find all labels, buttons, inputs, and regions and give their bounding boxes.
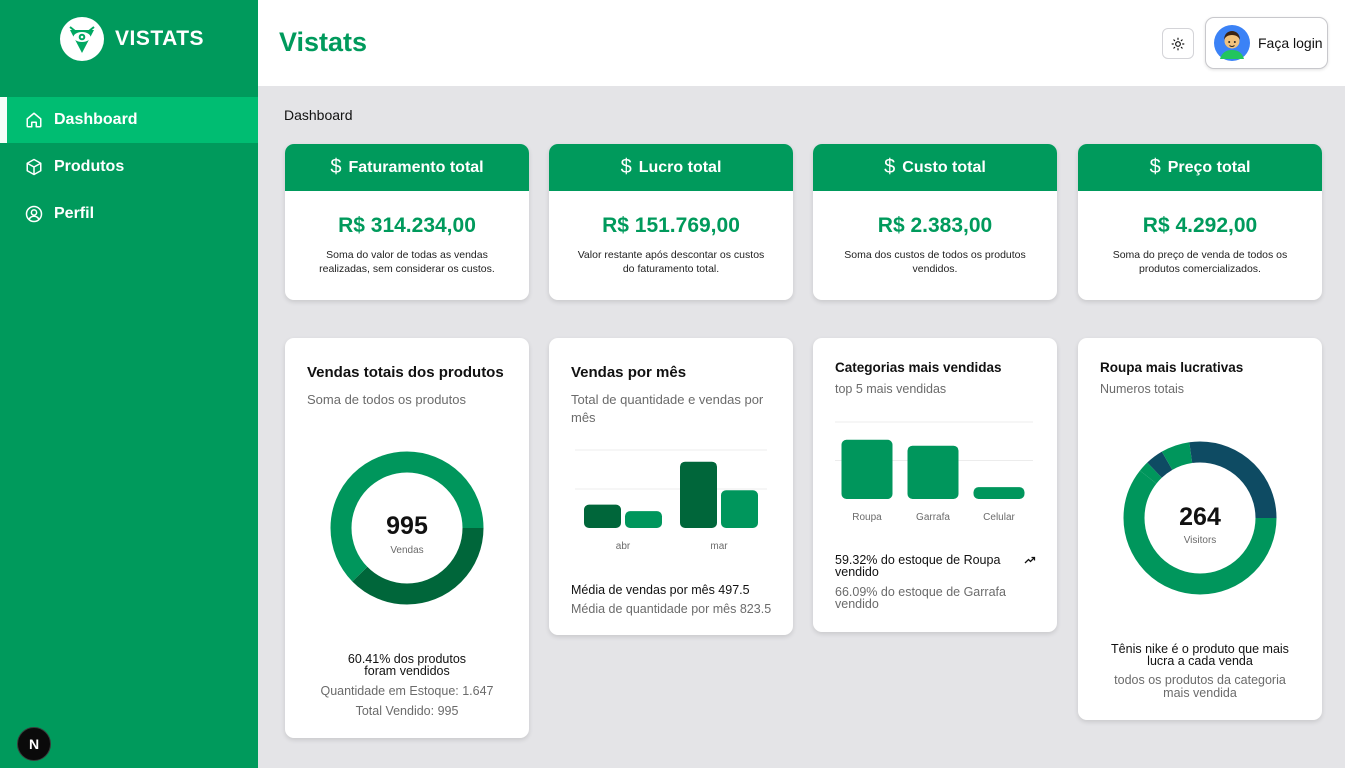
sidebar-item-produtos[interactable]: Produtos (0, 144, 258, 190)
kpi-title: Preço total (1167, 158, 1251, 176)
sidebar-item-perfil[interactable]: Perfil (0, 191, 258, 237)
sidebar: VISTATS Dashboard Produtos Perfil N (0, 0, 258, 768)
category-bar-chart: Roupa Garrafa Celular (835, 421, 1033, 523)
trending-up-icon (1024, 556, 1036, 564)
page-title: Vistats (279, 27, 368, 57)
card-vendas-mes: Vendas por mês Total de quantidade e ven… (549, 338, 793, 635)
kpi-value: R$ 2.383,00 (877, 214, 993, 237)
kpi-value: R$ 4.292,00 (1142, 214, 1258, 237)
nextjs-badge[interactable]: N (17, 727, 51, 761)
kpi-value: R$ 314.234,00 (338, 214, 476, 237)
total-sold: Total Vendido: 995 (355, 704, 459, 718)
x-tick-label: abr (616, 541, 631, 552)
home-icon (26, 112, 42, 128)
breadcrumb: Dashboard (284, 107, 353, 123)
card-vendas-totais: Vendas totais dos produtos Soma de todos… (285, 338, 529, 738)
bar-abr-0[interactable] (584, 504, 621, 528)
kpi-card-faturamento: $ Faturamento total R$ 314.234,00 Soma do… (285, 144, 529, 300)
card-footer-main: 60.41% dos produtos foram vendidos (347, 652, 467, 678)
dollar-icon: $ (1149, 156, 1161, 178)
bar-roupa[interactable] (841, 439, 893, 499)
x-tick-label: Roupa (852, 512, 882, 523)
sidebar-item-dashboard[interactable]: Dashboard (0, 97, 258, 143)
donut-center-value: 995 (386, 512, 428, 540)
card-subtitle: Total de quantidade e vendas por mês (571, 392, 764, 425)
card-roupa-lucrativas: Roupa mais lucrativas Numeros totais 264… (1078, 338, 1322, 720)
card-footer-sub: 66.09% do estoque de Garrafa vendido (835, 585, 1006, 611)
bar-mar-0[interactable] (680, 461, 717, 528)
kpi-title: Faturamento total (348, 158, 484, 176)
bar-celular[interactable] (973, 487, 1025, 499)
kpi-description: Valor restante após descontar os custos … (577, 249, 765, 275)
card-title: Roupa mais lucrativas (1100, 360, 1244, 375)
card-footer-sub: todos os produtos da categoria mais vend… (1114, 673, 1286, 700)
theme-toggle-button[interactable] (1162, 28, 1194, 59)
vistats-logo-icon (60, 17, 104, 61)
dollar-icon: $ (884, 156, 896, 178)
kpi-card-preco: $ Preço total R$ 4.292,00 Soma do preço d… (1078, 144, 1322, 300)
login-button[interactable]: Faça login (1205, 17, 1328, 69)
kpi-title: Lucro total (638, 158, 722, 176)
card-title: Vendas totais dos produtos (307, 364, 504, 381)
brand[interactable]: VISTATS (60, 17, 204, 61)
brand-name: VISTATS (115, 27, 205, 50)
login-label: Faça login (1258, 35, 1323, 51)
box-icon (26, 158, 42, 176)
donut-center-label: Vendas (390, 545, 423, 556)
bar-abr-1[interactable] (625, 511, 662, 528)
sidebar-item-label: Dashboard (54, 111, 138, 128)
monthly-sales-bar-chart: abr mar (575, 449, 767, 552)
card-subtitle: top 5 mais vendidas (835, 382, 947, 396)
sidebar-item-label: Perfil (54, 205, 95, 222)
card-footer-main: Tênis nike é o produto que mais lucra a … (1111, 642, 1289, 668)
card-title: Vendas por mês (571, 364, 687, 381)
x-tick-label: Celular (983, 512, 1015, 523)
x-tick-label: mar (710, 541, 728, 552)
sun-icon (1171, 37, 1185, 50)
kpi-description: Soma do preço de venda de todos os produ… (1112, 249, 1288, 275)
kpi-card-custo: $ Custo total R$ 2.383,00 Soma dos custos… (813, 144, 1057, 300)
user-circle-icon (25, 205, 43, 223)
kpi-description: Soma dos custos de todos os produtos ven… (844, 249, 1026, 275)
kpi-description: Soma do valor de todas as vendas realiza… (319, 249, 495, 275)
top-bar: Vistats Faça login (258, 0, 1345, 86)
donut-center-label: Visitors (1184, 535, 1217, 546)
donut-center-value: 264 (1179, 503, 1221, 531)
card-footer-main: 59.32% do estoque de Roupa vendido (835, 553, 1001, 579)
avatar (1214, 25, 1250, 61)
kpi-value: R$ 151.769,00 (602, 214, 740, 237)
card-title: Categorias mais vendidas (835, 360, 1002, 375)
stock-quantity: Quantidade em Estoque: 1.647 (320, 684, 494, 698)
dollar-icon: $ (330, 156, 342, 178)
profit-donut-chart: 264 Visitors (1123, 441, 1277, 595)
kpi-title: Custo total (902, 158, 986, 176)
kpi-card-lucro: $ Lucro total R$ 151.769,00 Valor restant… (549, 144, 793, 300)
sidebar-item-label: Produtos (54, 158, 125, 175)
x-tick-label: Garrafa (916, 512, 950, 523)
card-footer-main: Média de vendas por mês 497.5 (571, 583, 750, 597)
card-subtitle: Numeros totais (1100, 382, 1185, 396)
dollar-icon: $ (620, 156, 632, 178)
card-footer-sub: Média de quantidade por mês 823.5 (571, 602, 772, 616)
sidebar-nav: Dashboard Produtos Perfil (0, 97, 258, 238)
bar-mar-1[interactable] (721, 490, 758, 528)
card-subtitle: Soma de todos os produtos (307, 392, 466, 407)
sales-donut-chart: 995 Vendas (330, 451, 484, 605)
card-categorias: Categorias mais vendidas top 5 mais vend… (813, 338, 1057, 632)
bar-garrafa[interactable] (907, 445, 959, 499)
